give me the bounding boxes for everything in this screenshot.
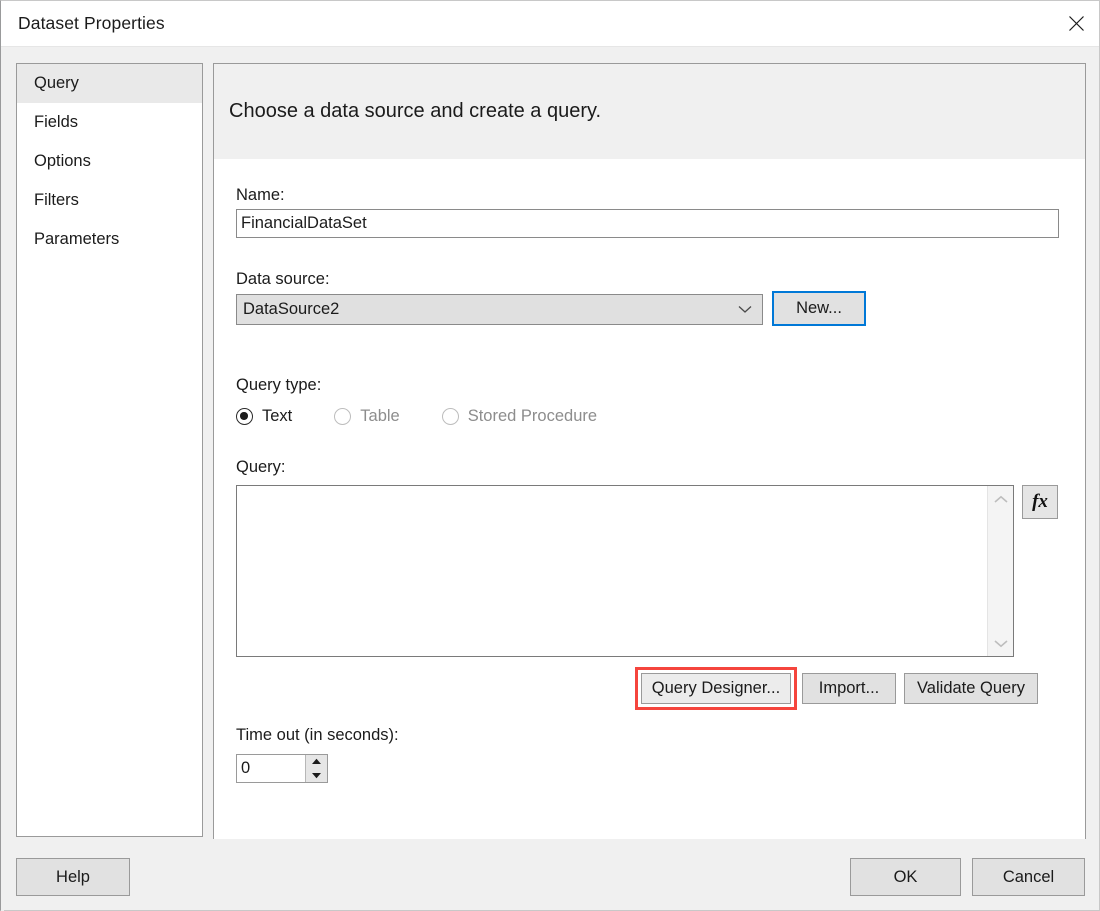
query-designer-button[interactable]: Query Designer... — [641, 673, 791, 704]
validate-query-button[interactable]: Validate Query — [904, 673, 1038, 704]
data-source-label: Data source: — [236, 270, 330, 289]
dataset-properties-dialog: Dataset Properties Query Fields Options — [0, 0, 1100, 911]
sidebar-item-label: Options — [34, 152, 91, 171]
query-scrollbar[interactable] — [987, 486, 1013, 656]
new-data-source-button[interactable]: New... — [772, 291, 866, 326]
dialog-footer: Help OK Cancel — [1, 839, 1099, 910]
timeout-input[interactable] — [237, 755, 305, 782]
radio-query-type-text[interactable]: Text — [236, 407, 292, 426]
title-bar: Dataset Properties — [1, 1, 1099, 47]
sidebar-item-filters[interactable]: Filters — [17, 181, 202, 220]
sidebar-item-parameters[interactable]: Parameters — [17, 220, 202, 259]
dialog-body: Query Fields Options Filters Parameters … — [1, 47, 1099, 839]
scroll-down-icon[interactable] — [994, 636, 1008, 650]
radio-label: Table — [360, 407, 399, 426]
query-type-radio-group: Text Table Stored Procedure — [236, 407, 639, 426]
sidebar-item-fields[interactable]: Fields — [17, 103, 202, 142]
import-button[interactable]: Import... — [802, 673, 896, 704]
spinner-down-button[interactable] — [306, 769, 327, 783]
sidebar-item-options[interactable]: Options — [17, 142, 202, 181]
content-panel: Choose a data source and create a query.… — [213, 63, 1086, 882]
radio-query-type-stored-procedure[interactable]: Stored Procedure — [442, 407, 597, 426]
query-action-buttons: Query Designer... Import... Validate Que… — [236, 667, 1059, 707]
cancel-button[interactable]: Cancel — [972, 858, 1085, 896]
timeout-spin-buttons — [305, 755, 327, 782]
timeout-stepper — [236, 754, 328, 783]
window-title: Dataset Properties — [18, 13, 165, 34]
data-source-value: DataSource2 — [243, 300, 738, 319]
scroll-up-icon[interactable] — [994, 492, 1008, 506]
caret-down-icon — [311, 772, 322, 779]
sidebar-item-label: Parameters — [34, 230, 119, 249]
content-inner: Name: Data source: DataSource2 New... Qu… — [214, 160, 1085, 881]
radio-dot-icon — [442, 408, 459, 425]
sidebar-nav: Query Fields Options Filters Parameters — [16, 63, 203, 837]
radio-label: Stored Procedure — [468, 407, 597, 426]
query-label: Query: — [236, 458, 286, 477]
close-button[interactable] — [1053, 1, 1099, 46]
query-textarea[interactable] — [237, 486, 987, 656]
expression-button[interactable]: fx — [1022, 485, 1058, 519]
data-source-select[interactable]: DataSource2 — [236, 294, 763, 325]
sidebar-item-label: Fields — [34, 113, 78, 132]
timeout-label: Time out (in seconds): — [236, 726, 399, 745]
content-header: Choose a data source and create a query. — [214, 64, 1085, 160]
radio-query-type-table[interactable]: Table — [334, 407, 399, 426]
sidebar-item-query[interactable]: Query — [17, 64, 202, 103]
page-title: Choose a data source and create a query. — [229, 100, 601, 123]
sidebar-item-label: Query — [34, 74, 79, 93]
query-type-label: Query type: — [236, 376, 321, 395]
name-input[interactable] — [236, 209, 1059, 238]
radio-dot-icon — [334, 408, 351, 425]
radio-dot-icon — [236, 408, 253, 425]
fx-icon: fx — [1032, 491, 1048, 513]
query-editor — [236, 485, 1014, 657]
chevron-down-icon — [738, 303, 756, 317]
help-button[interactable]: Help — [16, 858, 130, 896]
caret-up-icon — [311, 758, 322, 765]
name-label: Name: — [236, 186, 285, 205]
radio-label: Text — [262, 407, 292, 426]
spinner-up-button[interactable] — [306, 755, 327, 769]
sidebar-item-label: Filters — [34, 191, 79, 210]
ok-button[interactable]: OK — [850, 858, 961, 896]
close-icon — [1067, 14, 1086, 33]
